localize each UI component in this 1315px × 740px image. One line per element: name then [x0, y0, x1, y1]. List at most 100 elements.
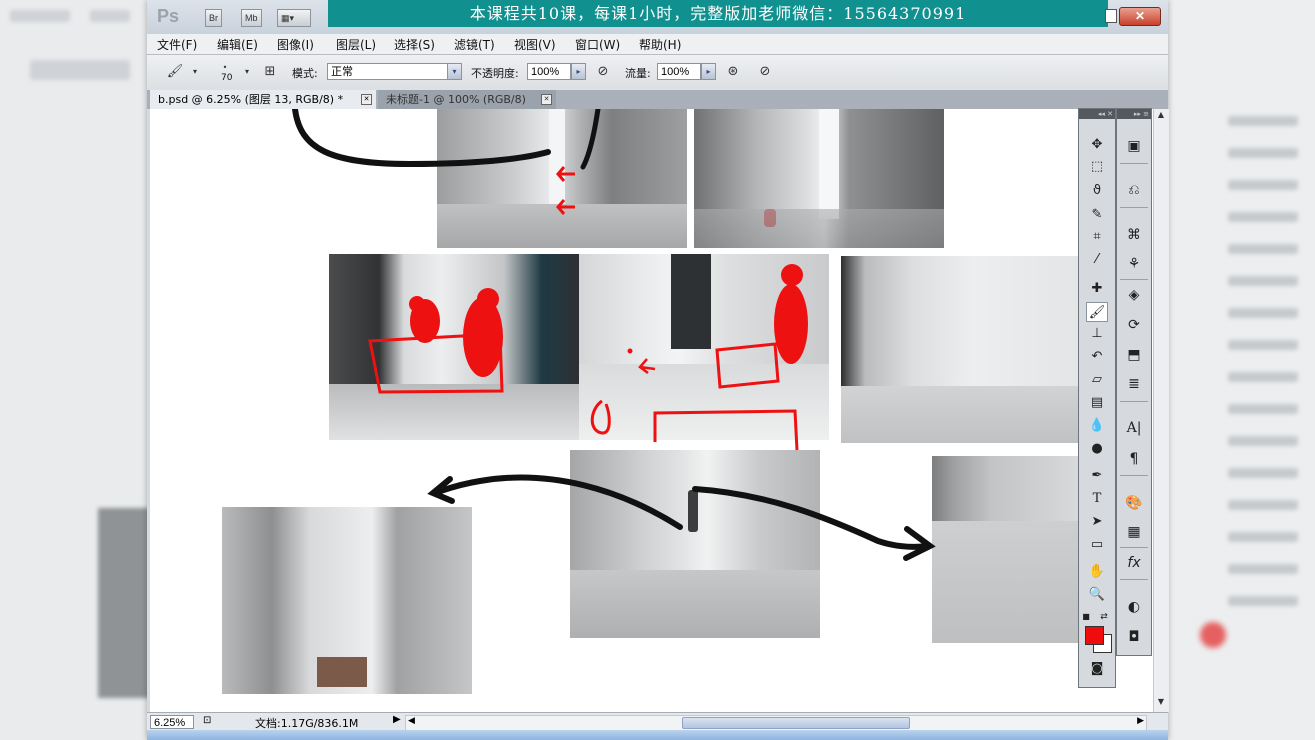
blur-icon[interactable]: 💧 — [1086, 416, 1108, 436]
navigator-icon[interactable]: ▣ — [1123, 135, 1145, 157]
status-menu-icon[interactable]: ⊡ — [203, 715, 211, 726]
clone-source-icon[interactable]: ⚘ — [1123, 253, 1145, 275]
brush-panel-toggle-icon[interactable]: ⊞ — [260, 63, 280, 81]
eraser-icon[interactable]: ▱ — [1086, 370, 1108, 390]
brush-size-dropdown-arrow[interactable]: ▾ — [237, 63, 257, 81]
marquee-icon[interactable]: ⬚ — [1086, 157, 1108, 177]
foreground-color-swatch[interactable] — [1085, 626, 1104, 645]
menu-layer[interactable]: 图层(L) — [336, 36, 376, 53]
bridge-button[interactable]: Br — [205, 9, 222, 27]
paragraph-icon[interactable]: ¶ — [1123, 448, 1145, 470]
menu-image[interactable]: 图像(I) — [277, 36, 314, 53]
tools-panel-header[interactable]: ◂◂ ✕ — [1079, 109, 1115, 119]
annotation-red-arrow — [556, 166, 575, 182]
scroll-left-icon[interactable]: ◀ — [408, 716, 415, 726]
airbrush-icon[interactable]: ⊛ — [723, 63, 743, 81]
menu-file[interactable]: 文件(F) — [157, 36, 197, 53]
panel-divider — [1120, 547, 1148, 548]
brush-icon[interactable]: 🖌 — [1086, 302, 1108, 322]
quick-mask-icon[interactable]: ◙ — [1086, 659, 1108, 679]
transform-icon[interactable]: ⬒ — [1123, 344, 1145, 366]
close-tab-icon[interactable]: ✕ — [361, 94, 372, 105]
stamp-icon[interactable]: ⊥ — [1086, 324, 1108, 344]
screen-mode-arrow: ▾ — [289, 13, 295, 23]
blurred-line — [1228, 340, 1298, 350]
opacity-arrow-icon[interactable]: ▸ — [571, 63, 586, 80]
mode-label: 模式: — [292, 67, 318, 80]
horizontal-scrollbar[interactable]: ◀ ▶ — [405, 715, 1147, 731]
eyedropper-icon[interactable]: ⁄ — [1086, 250, 1108, 270]
panel-divider — [1120, 279, 1148, 280]
collapsed-panels-dock: ▸▸ ≡ ▣ ⎌ ⌘ ⚘ ◈ ⟳ ⬒ ≣ A| ¶ 🎨 ▦ fx ◐ ◘ — [1116, 108, 1152, 656]
screen-mode-button[interactable]: ▦▾ — [277, 9, 311, 27]
masks-icon[interactable]: ◘ — [1123, 626, 1145, 648]
annotation-red-arrow — [638, 358, 656, 374]
scroll-up-icon[interactable]: ▲ — [1155, 110, 1167, 123]
status-arrow-icon[interactable]: ▶ — [393, 714, 401, 725]
adjustments-icon[interactable]: ◐ — [1123, 596, 1145, 618]
pen-icon[interactable]: ✒ — [1086, 466, 1108, 486]
gradient-icon[interactable]: ▤ — [1086, 393, 1108, 413]
type-icon[interactable]: T — [1086, 489, 1108, 509]
mode-select[interactable]: 正常 — [327, 63, 462, 80]
swatches-icon[interactable]: 🎨 — [1123, 492, 1145, 514]
pressure-opacity-icon[interactable]: ⊘ — [593, 63, 613, 81]
opacity-field[interactable]: 100% — [527, 63, 571, 80]
vertical-scrollbar[interactable]: ▲ ▼ — [1153, 109, 1169, 712]
healing-icon[interactable]: ✚ — [1086, 279, 1108, 299]
mini-bridge-button[interactable]: Mb — [241, 9, 262, 27]
hand-icon[interactable]: ✋ — [1086, 562, 1108, 582]
menu-filter[interactable]: 滤镜(T) — [454, 36, 495, 53]
path-select-icon[interactable]: ➤ — [1086, 512, 1108, 532]
default-colors-icon[interactable]: ■ — [1081, 607, 1091, 627]
scroll-thumb[interactable] — [682, 717, 910, 729]
restore-button[interactable] — [1105, 9, 1117, 23]
menu-select[interactable]: 选择(S) — [394, 36, 435, 53]
annotation-red-box — [715, 342, 780, 389]
shape-icon[interactable]: ▭ — [1086, 535, 1108, 555]
menu-edit[interactable]: 编辑(E) — [217, 36, 258, 53]
layers-icon[interactable]: ◈ — [1123, 284, 1145, 306]
mode-dropdown-icon[interactable]: ▾ — [447, 63, 462, 80]
styles-icon[interactable]: fx — [1123, 552, 1145, 574]
preset-dropdown-arrow[interactable]: ▾ — [185, 63, 205, 81]
background-right-panel — [1168, 0, 1315, 740]
channels-icon[interactable]: ⟳ — [1123, 314, 1145, 336]
lasso-icon[interactable]: ϑ — [1086, 181, 1108, 201]
history-icon[interactable]: ⎌ — [1123, 179, 1145, 201]
panels-dock-header[interactable]: ▸▸ ≡ — [1117, 109, 1151, 119]
zoom-icon[interactable]: 🔍 — [1086, 585, 1108, 605]
close-tab-icon[interactable]: ✕ — [541, 94, 552, 105]
brush-tool-preset-icon[interactable]: 🖌 — [165, 63, 185, 81]
paths-icon[interactable]: ≣ — [1123, 373, 1145, 395]
flow-arrow-icon[interactable]: ▸ — [701, 63, 716, 80]
grid-icon[interactable]: ▦ — [1123, 521, 1145, 543]
crop-icon[interactable]: ⌗ — [1086, 227, 1108, 247]
flow-field[interactable]: 100% — [657, 63, 701, 80]
scroll-down-icon[interactable]: ▼ — [1155, 697, 1167, 710]
document-canvas[interactable] — [150, 109, 1153, 712]
dodge-icon[interactable]: ● — [1086, 439, 1108, 459]
annotation-red-figure — [477, 288, 499, 310]
character-icon[interactable]: A| — [1123, 417, 1145, 439]
menu-window[interactable]: 窗口(W) — [575, 36, 620, 53]
swap-colors-icon[interactable]: ⇄ — [1099, 607, 1109, 627]
panel-divider — [1120, 207, 1148, 208]
brush-presets-icon[interactable]: ⌘ — [1123, 224, 1145, 246]
pressure-size-icon[interactable]: ⊘ — [755, 63, 775, 81]
blurred-line — [1228, 564, 1298, 574]
quick-select-icon[interactable]: ✎ — [1086, 205, 1108, 225]
opacity-label: 不透明度: — [471, 67, 519, 80]
tab-untitled-1[interactable]: 未标题-1 @ 100% (RGB/8) ✕ — [378, 90, 556, 109]
move-icon[interactable]: ✥ — [1086, 135, 1108, 155]
menu-view[interactable]: 视图(V) — [514, 36, 556, 53]
options-bar: 🖌 ▾ • 70 ▾ ⊞ 模式: 正常 ▾ 不透明度: 100% ▸ ⊘ 流量:… — [147, 55, 1168, 91]
photoshop-logo: Ps — [157, 6, 180, 26]
close-button[interactable]: ✕ — [1119, 7, 1161, 26]
blurred-line — [1228, 436, 1298, 446]
history-brush-icon[interactable]: ↶ — [1086, 347, 1108, 367]
scroll-right-icon[interactable]: ▶ — [1137, 716, 1144, 726]
menu-help[interactable]: 帮助(H) — [639, 36, 681, 53]
zoom-field[interactable]: 6.25% — [150, 715, 194, 729]
tab-b-psd[interactable]: b.psd @ 6.25% (图层 13, RGB/8) * ✕ — [150, 90, 376, 109]
